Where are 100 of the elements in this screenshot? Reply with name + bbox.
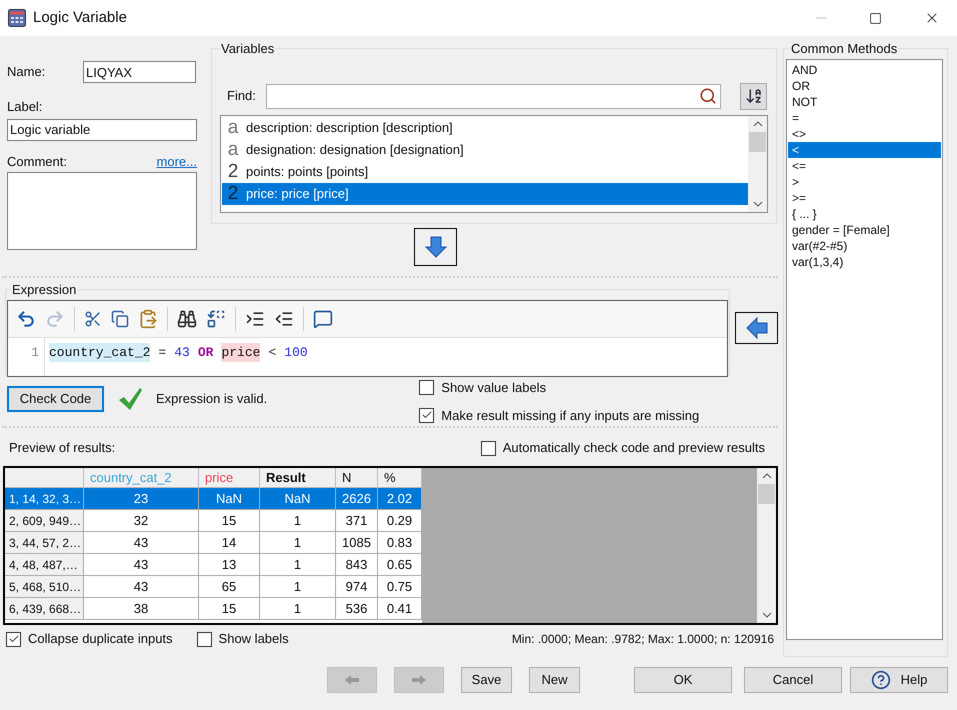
code-token: 100 [284, 344, 308, 362]
method-item[interactable]: = [788, 110, 941, 126]
find-field[interactable] [266, 84, 721, 108]
method-item[interactable]: OR [788, 78, 941, 94]
method-item[interactable]: > [788, 174, 941, 190]
binoculars-icon[interactable] [177, 308, 197, 328]
table-row[interactable]: 1, 14, 32, 3… 23 NaN NaN 2626 2.02 [5, 488, 422, 510]
sort-button[interactable] [740, 82, 767, 110]
variable-item[interactable]: 2 price: price [price] [222, 182, 748, 204]
method-item[interactable]: var(1,3,4) [788, 254, 941, 270]
code-token: < [268, 344, 276, 362]
code-editor[interactable]: 1 country_cat_2 = 43 OR price < 100 [7, 300, 728, 376]
variables-title: Variables [220, 40, 276, 58]
checkbox-label: Show value labels [441, 379, 546, 397]
variable-item[interactable]: a description: description [description] [222, 116, 748, 138]
checkbox[interactable] [419, 380, 434, 396]
label-label: Label: [7, 98, 44, 116]
common-methods-title: Common Methods [790, 40, 898, 58]
variable-item[interactable]: a designation: designation [designation] [222, 138, 748, 160]
scroll-thumb[interactable] [749, 132, 766, 152]
column-header[interactable]: Result [260, 468, 336, 488]
method-item[interactable]: AND [788, 62, 941, 78]
comment-label: Comment: [7, 152, 67, 170]
validation-message: Expression is valid. [156, 390, 268, 408]
method-item[interactable]: { ... } [788, 206, 941, 222]
check-code-button[interactable]: Check Code [7, 386, 104, 412]
method-item[interactable]: gender = [Female] [788, 222, 941, 238]
numeric-type-glyph: 2 [226, 184, 240, 203]
checkbox[interactable] [196, 632, 212, 646]
preview-title: Preview of results: [9, 439, 116, 458]
variable-label: description: description [description] [246, 118, 453, 137]
method-item[interactable]: <> [788, 126, 941, 142]
comment-field[interactable] [7, 172, 197, 250]
dialog-button[interactable]: New [529, 667, 580, 693]
table-row[interactable]: 6, 439, 668… 38 15 1 536 0.41 [5, 598, 422, 620]
row-header: 5, 468, 510… [5, 576, 84, 598]
column-header[interactable]: N [336, 468, 378, 488]
column-header[interactable]: % [378, 468, 422, 488]
help-button[interactable]: Help [850, 667, 948, 693]
checkbox[interactable] [6, 632, 21, 646]
scroll-thumb[interactable] [758, 484, 775, 504]
dialog-button[interactable]: Save [461, 667, 512, 693]
table-row[interactable]: 2, 609, 949… 32 15 1 371 0.29 [5, 510, 422, 532]
row-header: 3, 44, 57, 2… [5, 532, 84, 554]
help-icon [870, 670, 891, 690]
row-header: 6, 439, 668… [5, 598, 84, 620]
line-number: 1 [8, 338, 45, 376]
table-row[interactable]: 3, 44, 57, 2… 43 14 1 1085 0.83 [5, 532, 422, 554]
code-token: 43 [174, 344, 190, 362]
method-item[interactable]: >= [788, 190, 941, 206]
table-row[interactable]: 4, 48, 487,… 43 13 1 843 0.65 [5, 554, 422, 576]
checkbox-label: Show labels [218, 630, 289, 648]
checkbox-label: Collapse duplicate inputs [28, 630, 173, 648]
text-type-glyph: a [226, 118, 240, 137]
table-cell: 536 [336, 598, 378, 620]
code-token: price [221, 342, 260, 362]
left-arrow-icon [744, 316, 768, 340]
insert-variable-button[interactable] [414, 228, 457, 266]
cut-icon[interactable] [84, 310, 102, 328]
code-token: country_cat_2 [49, 342, 150, 362]
calculator-icon [8, 9, 26, 27]
variable-label: price: price [price] [246, 184, 349, 203]
checkbox-label: Automatically check code and preview results [502, 439, 765, 458]
find-label: Find: [227, 87, 257, 106]
scrollbar[interactable] [748, 116, 767, 212]
paste-icon[interactable] [138, 308, 158, 328]
replace-icon[interactable] [206, 308, 226, 328]
more-link[interactable]: more... [156, 152, 197, 171]
label-field[interactable]: Logic variable [7, 118, 197, 140]
tick-icon [8, 633, 20, 645]
dialog-button[interactable]: OK [634, 667, 732, 693]
name-label: Name: [7, 63, 46, 82]
stats-text: Min: .0000; Mean: .9782; Max: 1.0000; n: 120916 [512, 631, 774, 648]
checkbox[interactable] [419, 408, 434, 423]
undo-icon[interactable] [16, 308, 36, 328]
checkbox[interactable] [480, 440, 496, 456]
scrollbar[interactable] [757, 468, 776, 623]
comment-icon[interactable] [313, 308, 333, 328]
maximize-icon[interactable] [869, 12, 882, 24]
variable-item[interactable]: 2 points: points [points] [222, 160, 748, 182]
dialog-button[interactable]: Cancel [744, 667, 842, 693]
method-item[interactable]: NOT [788, 94, 941, 110]
row-header: 4, 48, 487,… [5, 554, 84, 576]
table-cell: 0.41 [378, 598, 422, 620]
name-field[interactable]: LIQYAX [83, 61, 196, 83]
search-icon [699, 87, 717, 105]
table-row[interactable]: 5, 468, 510… 43 65 1 974 0.75 [5, 576, 422, 598]
right-arrow-icon [411, 674, 427, 686]
checkbox-label: Make result missing if any inputs are missing [441, 406, 700, 425]
insert-method-button[interactable] [735, 312, 778, 344]
table-cell: 1 [260, 598, 336, 620]
code-token: = [158, 344, 166, 362]
method-item[interactable]: < [788, 142, 941, 158]
code-token: OR [198, 344, 214, 362]
variable-label: designation: designation [designation] [246, 140, 464, 159]
copy-icon[interactable] [111, 310, 129, 328]
row-header: 2, 609, 949… [5, 510, 84, 532]
expression-title: Expression [11, 281, 78, 299]
method-item[interactable]: <= [788, 158, 941, 174]
method-item[interactable]: var(#2-#5) [788, 238, 941, 254]
